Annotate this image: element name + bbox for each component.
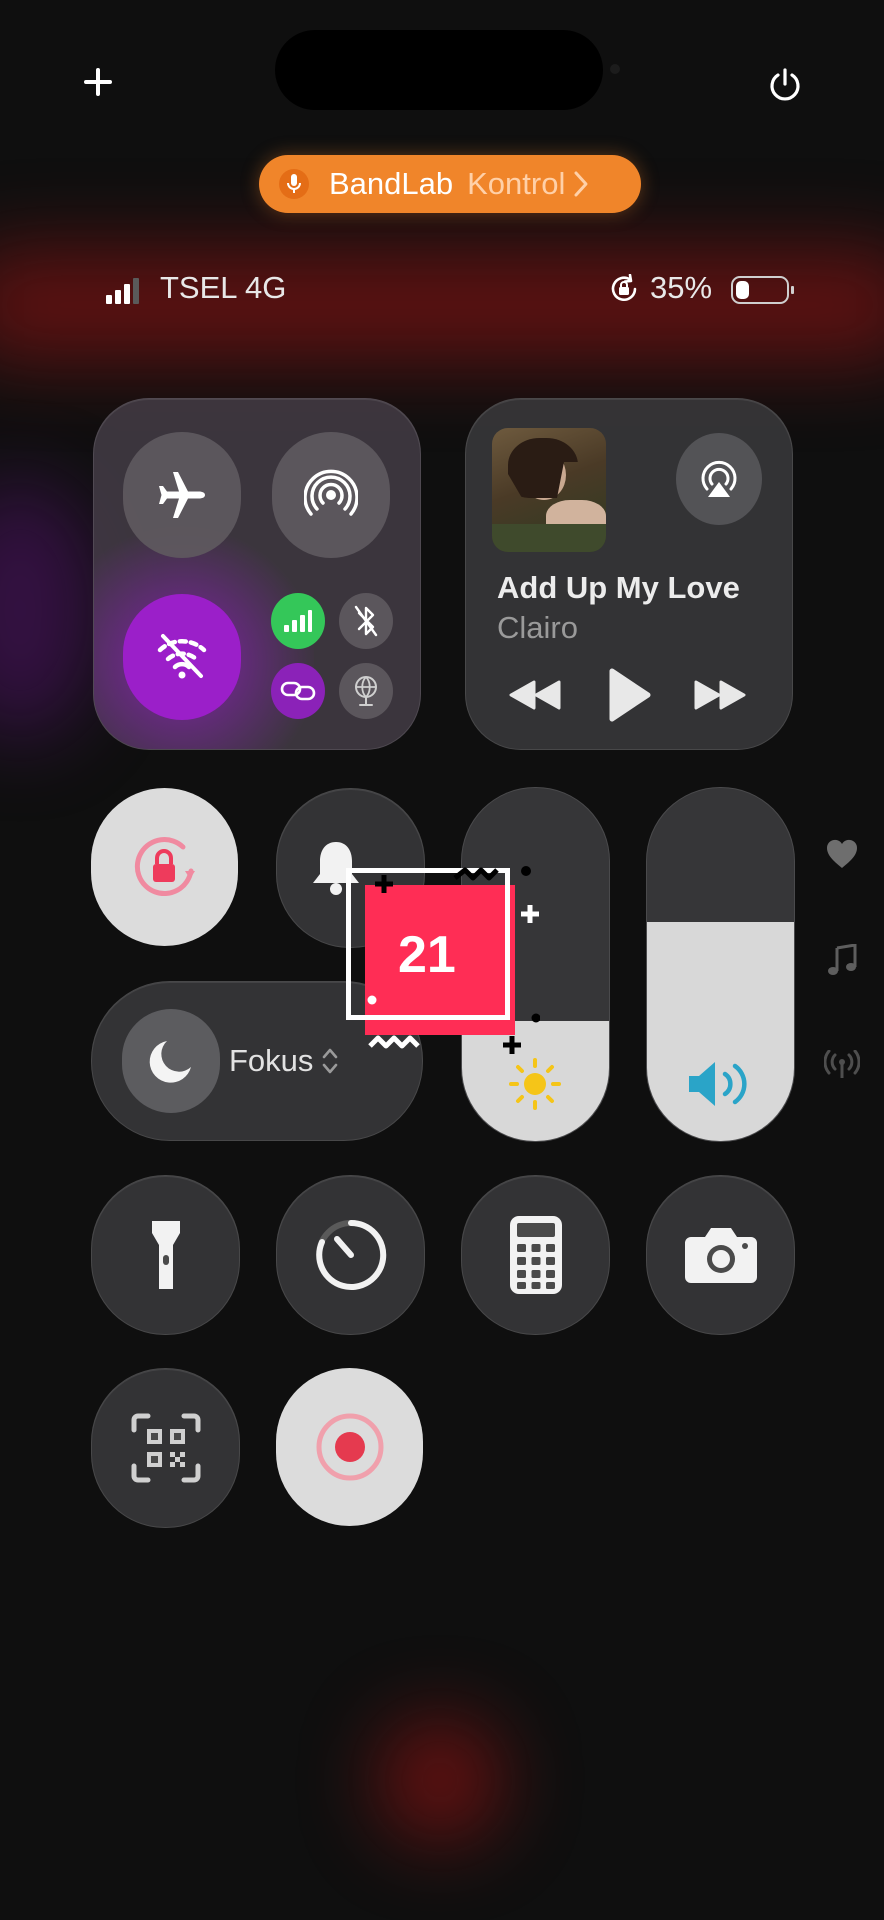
moon-icon <box>149 1041 191 1083</box>
cellular-bars-icon <box>284 610 312 632</box>
camera-dot <box>610 64 620 74</box>
wifi-toggle[interactable] <box>123 594 241 720</box>
globe-network-icon <box>355 676 377 706</box>
music-note-icon <box>828 944 857 975</box>
calculator-button[interactable] <box>461 1175 610 1335</box>
power-button[interactable] <box>760 60 810 110</box>
carrier-label: TSEL 4G <box>160 270 287 305</box>
orientation-lock-button[interactable] <box>91 788 238 946</box>
live-activity-app: BandLab <box>329 166 454 201</box>
cellular-toggle[interactable] <box>271 593 325 649</box>
qr-code-icon <box>131 1413 200 1483</box>
link-icon <box>280 681 316 701</box>
add-control-button[interactable] <box>76 60 120 104</box>
volume-slider[interactable] <box>646 787 795 1142</box>
airdrop-toggle[interactable] <box>272 432 390 558</box>
plus-icon <box>84 68 112 96</box>
dynamic-island <box>275 30 603 110</box>
camera-button[interactable] <box>646 1175 795 1335</box>
previous-track-button[interactable] <box>505 675 565 715</box>
personal-hotspot-toggle[interactable] <box>271 663 325 719</box>
airplane-icon <box>159 472 205 518</box>
flashlight-button[interactable] <box>91 1175 240 1335</box>
camera-icon <box>684 1228 757 1283</box>
airplane-mode-toggle[interactable] <box>123 432 241 558</box>
microphone-icon <box>279 169 309 199</box>
bluetooth-off-icon <box>354 605 378 637</box>
play-button[interactable] <box>600 664 656 726</box>
album-art <box>492 428 606 552</box>
vpn-toggle[interactable] <box>339 663 393 719</box>
antenna-icon <box>824 1050 860 1078</box>
fast-forward-icon <box>694 680 746 710</box>
timer-icon <box>315 1219 386 1290</box>
timer-button[interactable] <box>276 1175 425 1335</box>
qr-scanner-button[interactable] <box>91 1368 240 1528</box>
bluetooth-toggle[interactable] <box>339 593 393 649</box>
battery-percent: 35% <box>650 270 713 305</box>
sticker-badge: 21 <box>340 860 540 1060</box>
chevron-up-down-icon <box>322 1048 338 1074</box>
next-track-button[interactable] <box>690 675 750 715</box>
live-activity-action: Kontrol <box>467 166 566 201</box>
calculator-icon <box>509 1216 562 1294</box>
track-artist: Clairo <box>497 610 578 645</box>
rotation-lock-icon <box>134 837 195 897</box>
live-activity-pill[interactable]: BandLab Kontrol <box>259 155 641 213</box>
rewind-icon <box>509 680 561 710</box>
focus-label: Fokus <box>229 1043 314 1078</box>
airplay-audio-icon <box>701 460 737 497</box>
track-title: Add Up My Love <box>497 570 740 605</box>
airplay-button[interactable] <box>676 433 762 525</box>
play-icon <box>609 668 651 722</box>
record-icon <box>316 1413 383 1481</box>
orientation-lock-icon <box>609 274 639 304</box>
sticker-decorations <box>367 866 540 1054</box>
signal-bars-icon <box>106 274 140 304</box>
sun-icon <box>509 1058 561 1110</box>
airdrop-icon <box>304 469 358 516</box>
screen-record-button[interactable] <box>276 1368 423 1526</box>
heart-icon <box>826 839 858 868</box>
focus-moon-circle <box>122 1009 220 1113</box>
flashlight-icon <box>151 1221 180 1289</box>
wifi-off-icon <box>157 634 207 679</box>
speaker-icon <box>689 1062 747 1106</box>
power-icon <box>770 68 800 101</box>
battery-icon <box>731 276 794 304</box>
chevron-right-icon <box>574 171 588 197</box>
